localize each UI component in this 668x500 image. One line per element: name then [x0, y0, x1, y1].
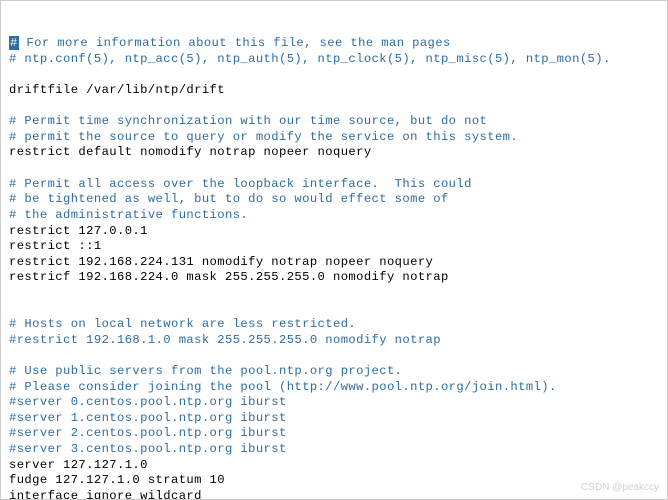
config-line: restrict 127.0.0.1	[9, 224, 659, 240]
config-line: #restrict 192.168.1.0 mask 255.255.255.0…	[9, 333, 659, 349]
config-line: # the administrative functions.	[9, 208, 659, 224]
config-line: #server 1.centos.pool.ntp.org iburst	[9, 411, 659, 427]
config-file-view: # For more information about this file, …	[0, 0, 668, 500]
config-line	[9, 348, 659, 364]
config-line	[9, 161, 659, 177]
config-line: # be tightened as well, but to do so wou…	[9, 192, 659, 208]
config-line: interface ignore wildcard	[9, 489, 659, 500]
config-line: #server 3.centos.pool.ntp.org iburst	[9, 442, 659, 458]
config-line: fudge 127.127.1.0 stratum 10	[9, 473, 659, 489]
config-line	[9, 67, 659, 83]
config-line	[9, 286, 659, 302]
config-line: restrict ::1	[9, 239, 659, 255]
config-line: # Please consider joining the pool (http…	[9, 380, 659, 396]
config-line: # Use public servers from the pool.ntp.o…	[9, 364, 659, 380]
config-line: # permit the source to query or modify t…	[9, 130, 659, 146]
config-line: restrict 192.168.224.131 nomodify notrap…	[9, 255, 659, 271]
config-line: # Permit all access over the loopback in…	[9, 177, 659, 193]
config-line: # Hosts on local network are less restri…	[9, 317, 659, 333]
config-line: # Permit time synchronization with our t…	[9, 114, 659, 130]
config-line: #server 0.centos.pool.ntp.org iburst	[9, 395, 659, 411]
cursor-highlight: #	[9, 36, 19, 50]
config-line: restrict default nomodify notrap nopeer …	[9, 145, 659, 161]
watermark-text: CSDN @peakccy	[581, 482, 659, 495]
config-line: driftfile /var/lib/ntp/drift	[9, 83, 659, 99]
config-lines: # For more information about this file, …	[9, 36, 659, 500]
config-line: server 127.127.1.0	[9, 458, 659, 474]
config-line: # For more information about this file, …	[9, 36, 659, 52]
config-line	[9, 302, 659, 318]
config-line: restricf 192.168.224.0 mask 255.255.255.…	[9, 270, 659, 286]
config-line: # ntp.conf(5), ntp_acc(5), ntp_auth(5), …	[9, 52, 659, 68]
config-line: #server 2.centos.pool.ntp.org iburst	[9, 426, 659, 442]
config-line	[9, 99, 659, 115]
